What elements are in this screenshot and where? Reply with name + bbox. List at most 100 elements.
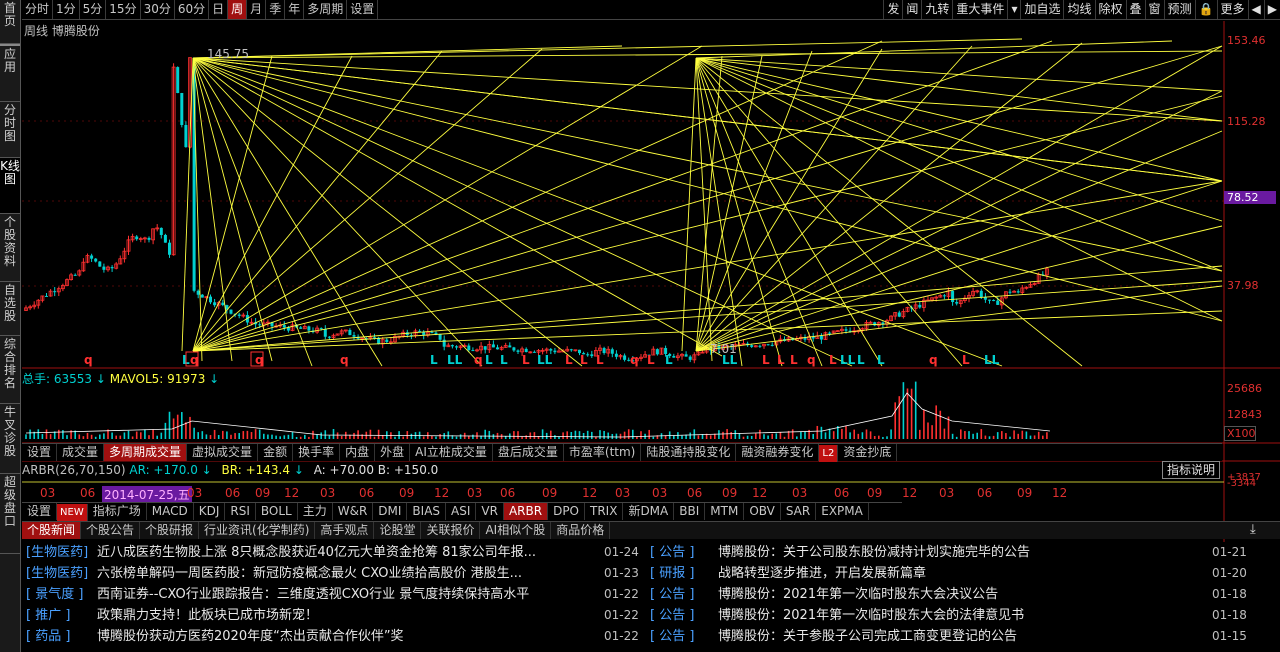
indicator-tab-6[interactable]: BOLL	[256, 503, 298, 520]
tab-diagnosis[interactable]: 牛叉诊股	[0, 404, 20, 474]
news-title-link[interactable]: 六张榜单解码一周医药股：新冠防疫概念最火 CXO业绩拾高股价 港股生...	[97, 563, 617, 584]
news-button[interactable]: 闻	[902, 0, 921, 19]
news-tab-0[interactable]: 个股新闻	[22, 522, 82, 539]
volume-tab-1[interactable]: 成交量	[57, 444, 105, 461]
indicator-tab-0[interactable]: 设置	[22, 503, 58, 520]
news-tab-4[interactable]: 高手观点	[315, 522, 375, 539]
add-watchlist-button[interactable]: 加自选	[1020, 0, 1063, 19]
tab-home[interactable]: 首页	[0, 0, 20, 44]
news-tab-8[interactable]: 商品价格	[551, 522, 611, 539]
notice-title-link[interactable]: 博腾股份：关于参股子公司完成工商变更登记的公告	[718, 626, 1218, 647]
fa-button[interactable]: 发	[883, 0, 902, 19]
news-tab-3[interactable]: 行业资讯(化学制药)	[199, 522, 316, 539]
lock-icon[interactable]: 🔒	[1194, 0, 1217, 19]
indicator-tab-21[interactable]: EXPMA	[816, 503, 869, 520]
tab-watchlist[interactable]: 自选股	[0, 282, 20, 336]
volume-tab-6[interactable]: 内盘	[340, 444, 376, 461]
period-1min[interactable]: 1分	[53, 0, 80, 19]
period-quarter[interactable]: 季	[266, 0, 286, 19]
tab-kline[interactable]: K线图	[0, 158, 20, 214]
jiuzhuan-button[interactable]: 九转	[921, 0, 952, 19]
volume-tab-11[interactable]: 陆股通持股变化	[641, 444, 737, 461]
news-title-link[interactable]: 政策鼎力支持！此板块已成市场新宠！	[97, 605, 617, 626]
indicator-tab-12[interactable]: VR	[476, 503, 504, 520]
candle-body	[758, 345, 762, 347]
indicator-tab-10[interactable]: BIAS	[407, 503, 447, 520]
news-tab-6[interactable]: 关联报价	[421, 522, 481, 539]
window-button[interactable]: 窗	[1144, 0, 1164, 19]
volume-tab-2[interactable]: 多周期成交量	[104, 444, 188, 461]
volume-header: 总手: 63553 ↓ MAVOL5: 91973 ↓	[22, 372, 220, 386]
download-icon[interactable]: ⤓	[1250, 522, 1256, 537]
period-day[interactable]: 日	[209, 0, 229, 19]
indicator-tab-3[interactable]: MACD	[147, 503, 194, 520]
indicator-tab-5[interactable]: RSI	[225, 503, 256, 520]
period-timeshare[interactable]: 分时	[22, 0, 54, 19]
candle-body	[508, 345, 512, 348]
period-multi[interactable]: 多周期	[304, 0, 348, 19]
x-tick-1: 06	[80, 486, 96, 500]
candle-body	[237, 314, 241, 316]
volume-tab-14[interactable]: 资金抄底	[838, 444, 898, 461]
dropdown-icon[interactable]: ▾	[1007, 0, 1020, 19]
tab-ranking[interactable]: 综合排名	[0, 336, 20, 404]
indicator-tab-20[interactable]: SAR	[781, 503, 817, 520]
volume-tab-4[interactable]: 金额	[258, 444, 294, 461]
next-icon[interactable]: ▶	[1263, 0, 1280, 19]
period-year[interactable]: 年	[285, 0, 305, 19]
exright-button[interactable]: 除权	[1094, 0, 1126, 19]
ma-button[interactable]: 均线	[1063, 0, 1094, 19]
major-events-button[interactable]: 重大事件	[952, 0, 1007, 19]
volume-tab-13[interactable]: L2	[819, 445, 839, 462]
news-tab-5[interactable]: 论股堂	[374, 522, 422, 539]
notice-title-link[interactable]: 战略转型逐步推进，开启发展新篇章	[718, 563, 1218, 584]
indicator-tab-13[interactable]: ARBR	[503, 503, 549, 520]
volume-tab-12[interactable]: 融资融券变化	[736, 444, 820, 461]
indicator-help-button[interactable]: 指标说明	[1162, 461, 1220, 479]
news-title-link[interactable]: 西南证券--CXO行业跟踪报告：三维度透视CXO行业 景气度持续保持高水平	[97, 584, 617, 605]
period-30min[interactable]: 30分	[141, 0, 175, 19]
tab-apps[interactable]: 应用	[0, 44, 20, 102]
notice-title-link[interactable]: 博腾股份：2021年第一次临时股东大会决议公告	[718, 584, 1218, 605]
indicator-tab-1[interactable]: NEW	[57, 504, 88, 521]
indicator-tab-14[interactable]: DPO	[548, 503, 585, 520]
indicator-tab-17[interactable]: BBI	[674, 503, 706, 520]
volume-tab-5[interactable]: 换手率	[293, 444, 341, 461]
volume-tab-10[interactable]: 市盈率(ttm)	[564, 444, 642, 461]
news-title-link[interactable]: 近八成医药生物股上涨 8只概念股获近40亿元大单资金抢筹 81家公司年报...	[97, 542, 617, 563]
volume-tab-9[interactable]: 盘后成交量	[493, 444, 564, 461]
tab-super-panel[interactable]: 超级盘口	[0, 474, 20, 554]
indicator-tab-7[interactable]: 主力	[298, 503, 333, 520]
news-tab-1[interactable]: 个股公告	[81, 522, 141, 539]
tab-timeshare[interactable]: 分时图	[0, 102, 20, 158]
prev-icon[interactable]: ◀	[1247, 0, 1264, 19]
more-button[interactable]: 更多	[1216, 0, 1248, 19]
period-week[interactable]: 周	[228, 0, 248, 19]
tab-stock-profile[interactable]: 个股资料	[0, 214, 20, 282]
volume-tab-7[interactable]: 外盘	[375, 444, 411, 461]
volume-tab-3[interactable]: 虚拟成交量	[187, 444, 259, 461]
indicator-tab-2[interactable]: 指标广场	[88, 503, 147, 520]
indicator-tab-11[interactable]: ASI	[446, 503, 477, 520]
indicator-tab-8[interactable]: W&R	[333, 503, 374, 520]
period-settings[interactable]: 设置	[347, 0, 379, 19]
volume-tab-8[interactable]: AI立桩成交量	[410, 444, 493, 461]
indicator-tab-4[interactable]: KDJ	[194, 503, 226, 520]
period-month[interactable]: 月	[247, 0, 267, 19]
indicator-tab-16[interactable]: 新DMA	[623, 503, 675, 520]
notice-title-link[interactable]: 博腾股份：2021年第一次临时股东大会的法律意见书	[718, 605, 1218, 626]
period-15min[interactable]: 15分	[106, 0, 141, 19]
indicator-tab-18[interactable]: MTM	[705, 503, 745, 520]
news-tab-7[interactable]: AI相似个股	[480, 522, 552, 539]
period-5min[interactable]: 5分	[80, 0, 107, 19]
notice-title-link[interactable]: 博腾股份：关于公司股东股份减持计划实施完毕的公告	[718, 542, 1218, 563]
volume-tab-0[interactable]: 设置	[22, 444, 58, 461]
indicator-tab-19[interactable]: OBV	[744, 503, 781, 520]
period-60min[interactable]: 60分	[175, 0, 210, 19]
overlay-button[interactable]: 叠	[1125, 0, 1145, 19]
indicator-tab-15[interactable]: TRIX	[585, 503, 624, 520]
news-tab-2[interactable]: 个股研报	[140, 522, 200, 539]
forecast-button[interactable]: 预测	[1163, 0, 1195, 19]
indicator-tab-9[interactable]: DMI	[373, 503, 408, 520]
news-title-link[interactable]: 博腾股份获动方医药2020年度“杰出贡献合作伙伴”奖	[97, 626, 617, 647]
